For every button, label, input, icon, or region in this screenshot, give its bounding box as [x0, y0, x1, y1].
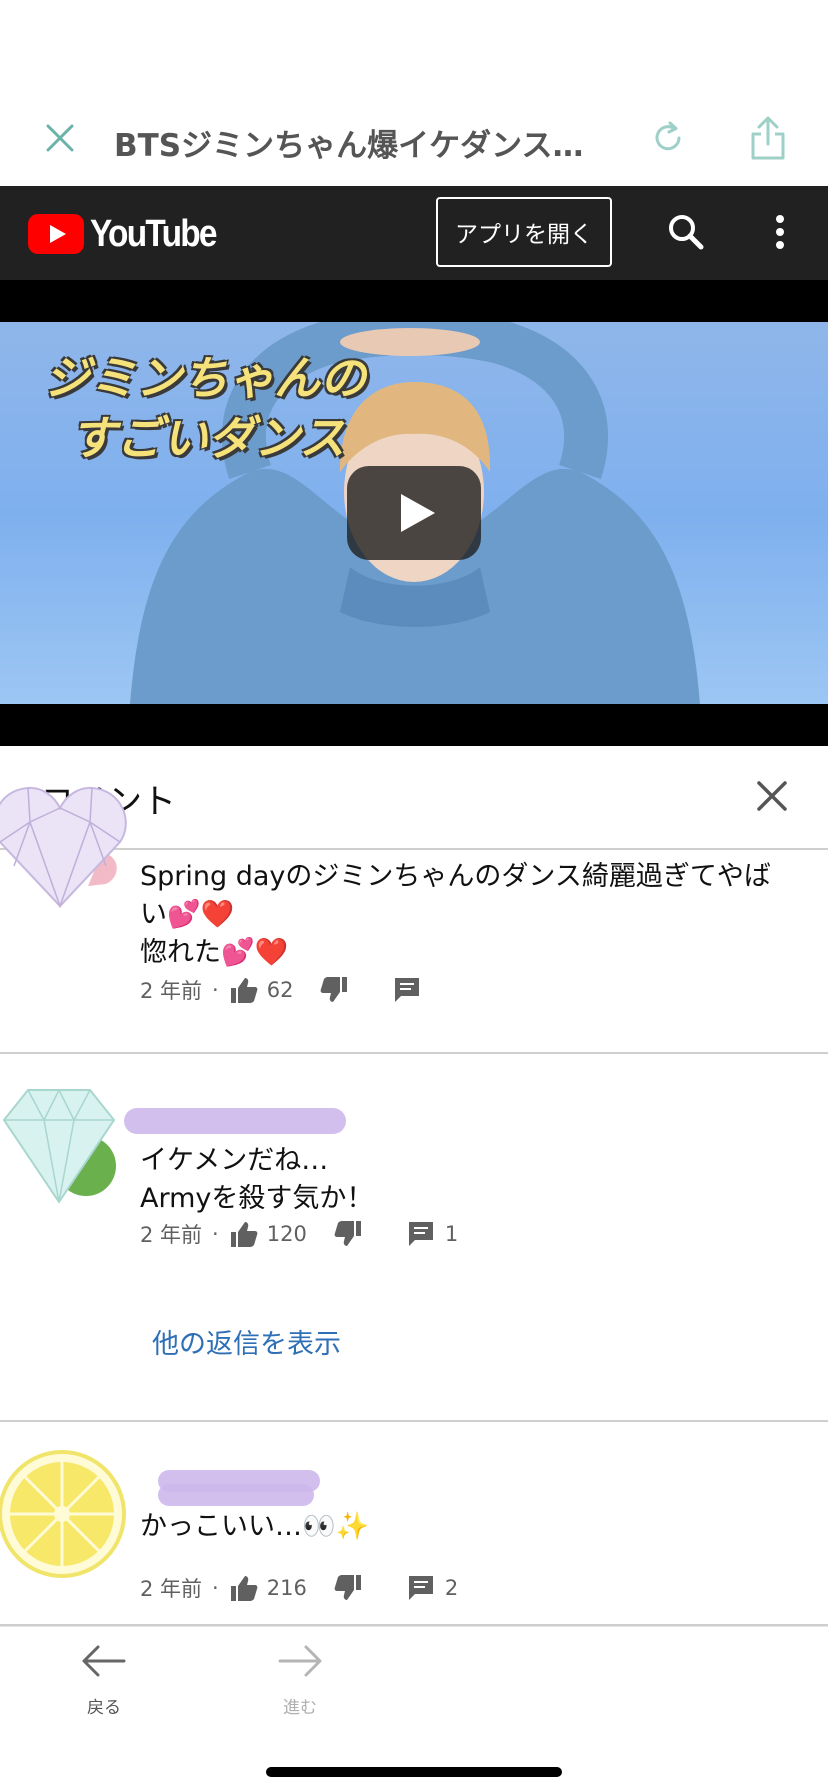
bottom-toolbar: 戻る 進む: [0, 1626, 828, 1792]
divider: [0, 1420, 828, 1422]
divider: [0, 1052, 828, 1054]
youtube-logo[interactable]: YouTube: [28, 212, 233, 256]
share-icon[interactable]: [748, 114, 788, 162]
comment-text: イケメンだね… Armyを殺す気か！: [140, 1142, 800, 1218]
like-count: 62: [266, 978, 294, 1002]
author-name-redacted: [158, 1484, 314, 1506]
like-count: 120: [266, 1222, 307, 1246]
like-button[interactable]: 120: [229, 1220, 307, 1248]
comment-icon: [408, 1576, 433, 1600]
youtube-logo-text: YouTube: [90, 212, 218, 255]
comment-meta: 2 年前 · 216 2: [140, 1572, 458, 1604]
forward-arrow-icon: [278, 1645, 322, 1677]
thumb-up-icon: [230, 1222, 258, 1247]
reply-count: 2: [444, 1576, 459, 1600]
comment-line: イケメンだね…: [140, 1145, 329, 1176]
comment-line: Armyを殺す気か！: [140, 1183, 374, 1214]
reply-button[interactable]: 2: [407, 1574, 458, 1602]
comment-line: 惚れた💕❤️: [140, 937, 289, 968]
comment-meta: 2 年前 · 120 1: [140, 1218, 458, 1250]
comments-panel: Spring dayのジミンちゃんのダンス綺麗過ぎてやば い💕❤️ 惚れた💕❤️…: [0, 746, 828, 1626]
more-vert-icon[interactable]: [764, 210, 796, 254]
page-title: BTSジミンちゃん爆イケダンス…: [114, 128, 584, 164]
back-label: 戻る: [87, 1698, 121, 1718]
youtube-header: YouTube アプリを開く: [0, 186, 828, 280]
comment-text: かっこいい…👀✨: [140, 1508, 800, 1546]
diamond-avatar[interactable]: [0, 1080, 124, 1208]
close-icon[interactable]: [752, 776, 792, 816]
comment-icon: [408, 1222, 433, 1246]
comment-icon: [395, 978, 420, 1002]
dislike-button[interactable]: [333, 1220, 363, 1248]
browser-toolbar: BTSジミンちゃん爆イケダンス…: [0, 0, 828, 186]
thumb-down-icon: [321, 977, 348, 1002]
comment-line: Spring dayのジミンちゃんのダンス綺麗過ぎてやば: [140, 861, 771, 892]
thumb-down-icon: [334, 1575, 361, 1600]
back-button[interactable]: 戻る: [74, 1641, 134, 1737]
author-name-redacted: [124, 1108, 346, 1134]
forward-button[interactable]: 進む: [270, 1641, 330, 1737]
heart-crystal-avatar[interactable]: [0, 782, 130, 914]
like-button[interactable]: 216: [229, 1574, 307, 1602]
open-app-button[interactable]: アプリを開く: [436, 197, 612, 267]
show-replies-link[interactable]: 他の返信を表示: [152, 1322, 341, 1361]
reply-button[interactable]: [393, 976, 421, 1004]
comment-time: 2 年前: [140, 1577, 203, 1601]
thumbnail-caption: ジミンちゃんの すごいダンス: [44, 348, 366, 468]
home-indicator: [266, 1767, 562, 1777]
youtube-play-logo-icon: [28, 214, 84, 254]
comment-text: Spring dayのジミンちゃんのダンス綺麗過ぎてやば い💕❤️ 惚れた💕❤️: [140, 858, 800, 972]
video-thumbnail[interactable]: ジミンちゃんの すごいダンス: [0, 322, 828, 704]
play-icon[interactable]: [347, 466, 481, 560]
forward-label: 進む: [283, 1698, 317, 1718]
thumbnail-caption-line1: ジミンちゃんの: [44, 351, 366, 405]
comment-line: い💕❤️: [140, 899, 235, 930]
thumbnail-caption-line2: すごいダンス: [70, 411, 346, 465]
reply-count: 1: [444, 1222, 459, 1246]
thumb-down-icon: [334, 1221, 361, 1246]
like-button[interactable]: 62: [229, 976, 294, 1004]
thumb-up-icon: [230, 1576, 258, 1601]
video-player[interactable]: ジミンちゃんの すごいダンス: [0, 280, 828, 746]
search-icon[interactable]: [664, 210, 708, 254]
comment-time: 2 年前: [140, 1223, 203, 1247]
reload-icon[interactable]: [648, 118, 688, 158]
reply-button[interactable]: 1: [407, 1220, 458, 1248]
close-icon[interactable]: [40, 118, 80, 158]
dislike-button[interactable]: [319, 976, 349, 1004]
comment-line: かっこいい…👀✨: [140, 1511, 370, 1542]
back-arrow-icon: [82, 1645, 126, 1677]
comment-time: 2 年前: [140, 979, 203, 1003]
lemon-avatar[interactable]: [0, 1448, 128, 1580]
thumb-up-icon: [230, 978, 258, 1003]
dislike-button[interactable]: [333, 1574, 363, 1602]
like-count: 216: [266, 1576, 307, 1600]
comment-meta: 2 年前 · 62: [140, 974, 421, 1006]
